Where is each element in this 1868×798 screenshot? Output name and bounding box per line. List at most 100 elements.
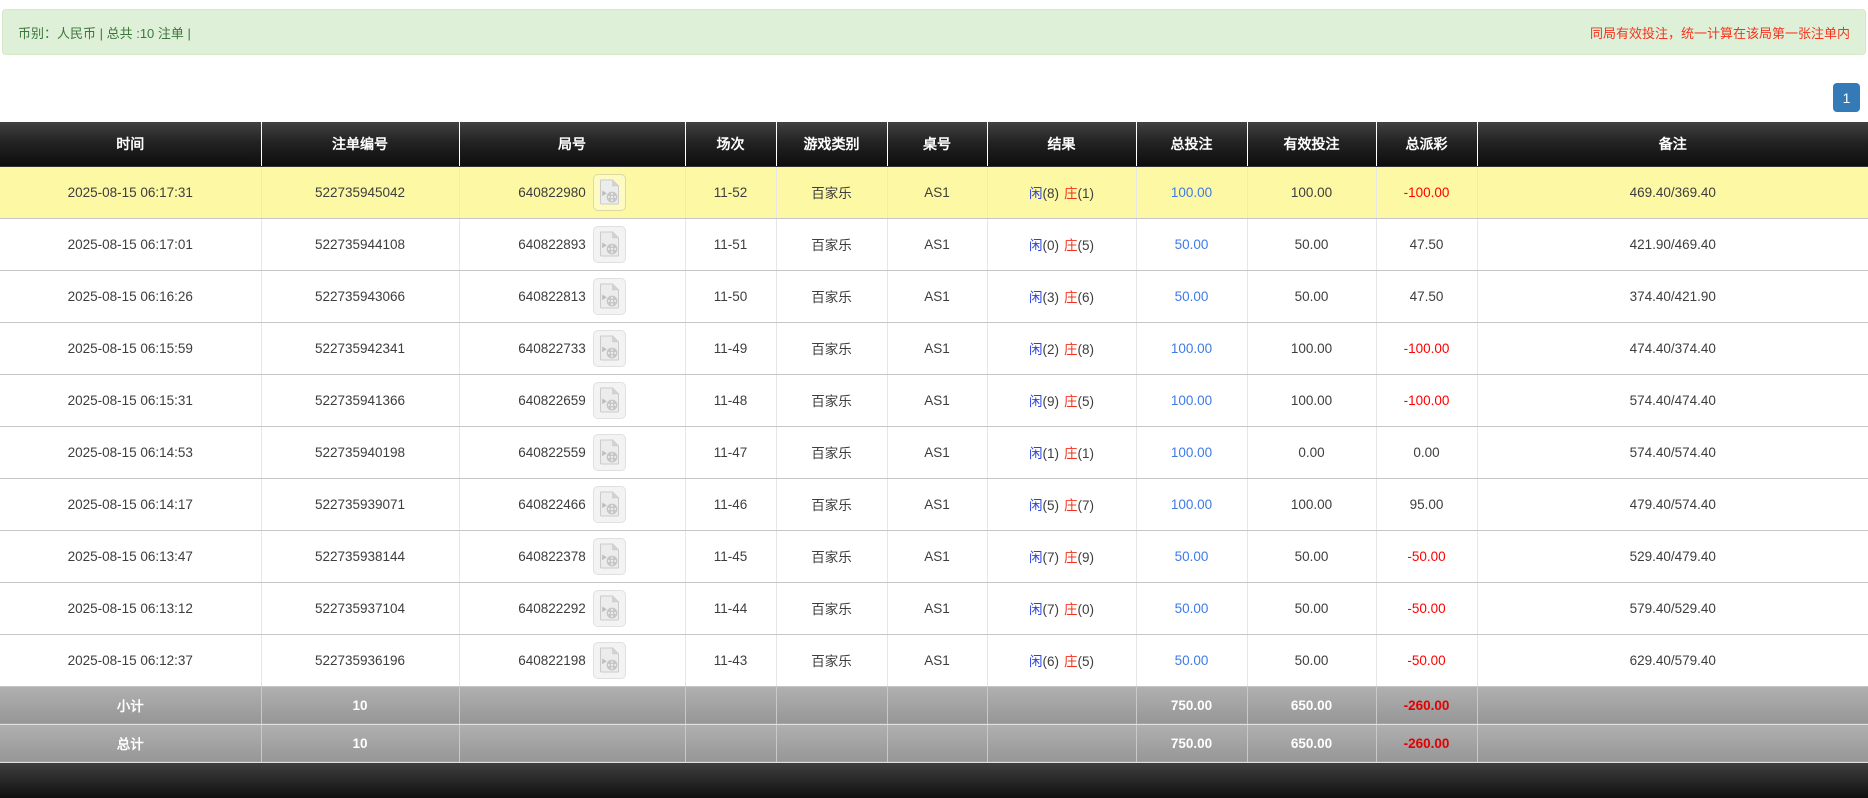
video-replay-button[interactable] [592, 225, 626, 263]
subtotal-payout: -260.00 [1376, 686, 1478, 725]
pagination-page-1-button[interactable]: 1 [1833, 83, 1860, 112]
video-replay-button[interactable] [592, 173, 626, 211]
result-banker-label: 庄 [1064, 186, 1078, 201]
total-count: 10 [261, 724, 460, 763]
video-replay-button[interactable] [592, 329, 626, 367]
header-result: 结果 [987, 122, 1137, 167]
cell-round-no: 640822559 [459, 426, 686, 479]
subtotal-label: 小计 [0, 686, 262, 725]
table-row: 2025-08-15 06:14:17 522735939071 6408224… [0, 478, 1868, 531]
footer-empty-cell [987, 686, 1137, 725]
header-valid-bet: 有效投注 [1247, 122, 1377, 167]
video-replay-button[interactable] [592, 433, 626, 471]
video-replay-icon [599, 231, 620, 257]
cell-valid-bet: 100.00 [1247, 374, 1377, 427]
cell-payout: -50.00 [1376, 582, 1478, 635]
result-banker-label: 庄 [1064, 654, 1078, 669]
result-banker-score: (5) [1077, 654, 1095, 669]
result-banker-label: 庄 [1064, 394, 1078, 409]
cell-game-type: 百家乐 [776, 218, 888, 271]
cell-valid-bet: 100.00 [1247, 166, 1377, 219]
table-body: 2025-08-15 06:17:31 522735945042 6408229… [0, 166, 1868, 687]
cell-table-no: AS1 [887, 478, 988, 531]
cell-total-bet: 50.00 [1136, 270, 1248, 323]
result-player-label: 闲 [1029, 446, 1043, 461]
round-number: 640822466 [518, 496, 586, 512]
cell-valid-bet: 50.00 [1247, 634, 1377, 687]
cell-payout: 95.00 [1376, 478, 1478, 531]
cell-result: 闲(2) 庄(8) [987, 322, 1137, 375]
cell-round-no: 640822980 [459, 166, 686, 219]
result-player-label: 闲 [1029, 394, 1043, 409]
table-row: 2025-08-15 06:13:47 522735938144 6408223… [0, 530, 1868, 583]
cell-total-bet: 100.00 [1136, 478, 1248, 531]
total-bet-link[interactable]: 50.00 [1175, 653, 1209, 668]
cell-round-no: 640822292 [459, 582, 686, 635]
table-header: 时间 注单编号 局号 场次 游戏类别 桌号 结果 总投注 有效投注 总派彩 备注 [0, 122, 1868, 167]
cell-remark: 529.40/479.40 [1477, 530, 1868, 583]
total-bet-link[interactable]: 100.00 [1171, 497, 1212, 512]
cell-time: 2025-08-15 06:14:53 [0, 426, 262, 479]
cell-remark: 479.40/574.40 [1477, 478, 1868, 531]
round-number: 640822198 [518, 652, 586, 668]
video-replay-button[interactable] [592, 381, 626, 419]
total-bet-link[interactable]: 50.00 [1175, 237, 1209, 252]
cell-table-no: AS1 [887, 634, 988, 687]
valid-bet-notice-text: 同局有效投注，统一计算在该局第一张注单内 [1589, 25, 1850, 41]
cell-table-no: AS1 [887, 322, 988, 375]
result-player-score: (0) [1042, 238, 1060, 253]
currency-total-text: 币别：人民币 | 总共 :10 注单 | [18, 25, 191, 41]
cell-round-no: 640822813 [459, 270, 686, 323]
cell-remark: 629.40/579.40 [1477, 634, 1868, 687]
cell-payout: -100.00 [1376, 166, 1478, 219]
footer-empty-cell [459, 724, 686, 763]
result-player-label: 闲 [1029, 602, 1043, 617]
header-total-bet: 总投注 [1136, 122, 1248, 167]
cell-valid-bet: 50.00 [1247, 270, 1377, 323]
total-bet-link[interactable]: 50.00 [1175, 549, 1209, 564]
total-bet-link[interactable]: 100.00 [1171, 185, 1212, 200]
cell-payout: 0.00 [1376, 426, 1478, 479]
cell-game-type: 百家乐 [776, 634, 888, 687]
cell-game-type: 百家乐 [776, 322, 888, 375]
footer-empty-cell [459, 686, 686, 725]
table-row: 2025-08-15 06:16:26 522735943066 6408228… [0, 270, 1868, 323]
round-number: 640822559 [518, 444, 586, 460]
video-replay-button[interactable] [592, 485, 626, 523]
video-replay-button[interactable] [592, 537, 626, 575]
total-bet-link[interactable]: 50.00 [1175, 289, 1209, 304]
cell-valid-bet: 100.00 [1247, 322, 1377, 375]
cell-table-no: AS1 [887, 530, 988, 583]
cell-time: 2025-08-15 06:17:31 [0, 166, 262, 219]
total-bet-link[interactable]: 50.00 [1175, 601, 1209, 616]
result-player-score: (1) [1042, 446, 1060, 461]
total-valid-bet: 650.00 [1247, 724, 1377, 763]
footer-empty-cell [1477, 724, 1868, 763]
cell-bet-id: 522735943066 [261, 270, 460, 323]
video-replay-button[interactable] [592, 641, 626, 679]
total-row: 总计 10 750.00 650.00 -260.00 [0, 724, 1868, 763]
header-payout: 总派彩 [1376, 122, 1478, 167]
total-bet-link[interactable]: 100.00 [1171, 393, 1212, 408]
cell-payout: -100.00 [1376, 322, 1478, 375]
result-banker-score: (8) [1077, 342, 1095, 357]
cell-total-bet: 100.00 [1136, 322, 1248, 375]
cell-time: 2025-08-15 06:13:47 [0, 530, 262, 583]
total-bet-link[interactable]: 100.00 [1171, 445, 1212, 460]
total-bet-link[interactable]: 100.00 [1171, 341, 1212, 356]
footer-empty-cell [685, 724, 777, 763]
footer-empty-cell [887, 686, 988, 725]
cell-bet-id: 522735942341 [261, 322, 460, 375]
cell-game-type: 百家乐 [776, 478, 888, 531]
video-replay-button[interactable] [592, 589, 626, 627]
cell-result: 闲(7) 庄(0) [987, 582, 1137, 635]
cell-round-no: 640822659 [459, 374, 686, 427]
result-player-label: 闲 [1029, 238, 1043, 253]
video-replay-button[interactable] [592, 277, 626, 315]
result-player-label: 闲 [1029, 654, 1043, 669]
cell-game-type: 百家乐 [776, 270, 888, 323]
cell-session: 11-46 [685, 478, 777, 531]
cell-valid-bet: 50.00 [1247, 218, 1377, 271]
video-replay-icon [599, 647, 620, 673]
result-player-label: 闲 [1029, 550, 1043, 565]
